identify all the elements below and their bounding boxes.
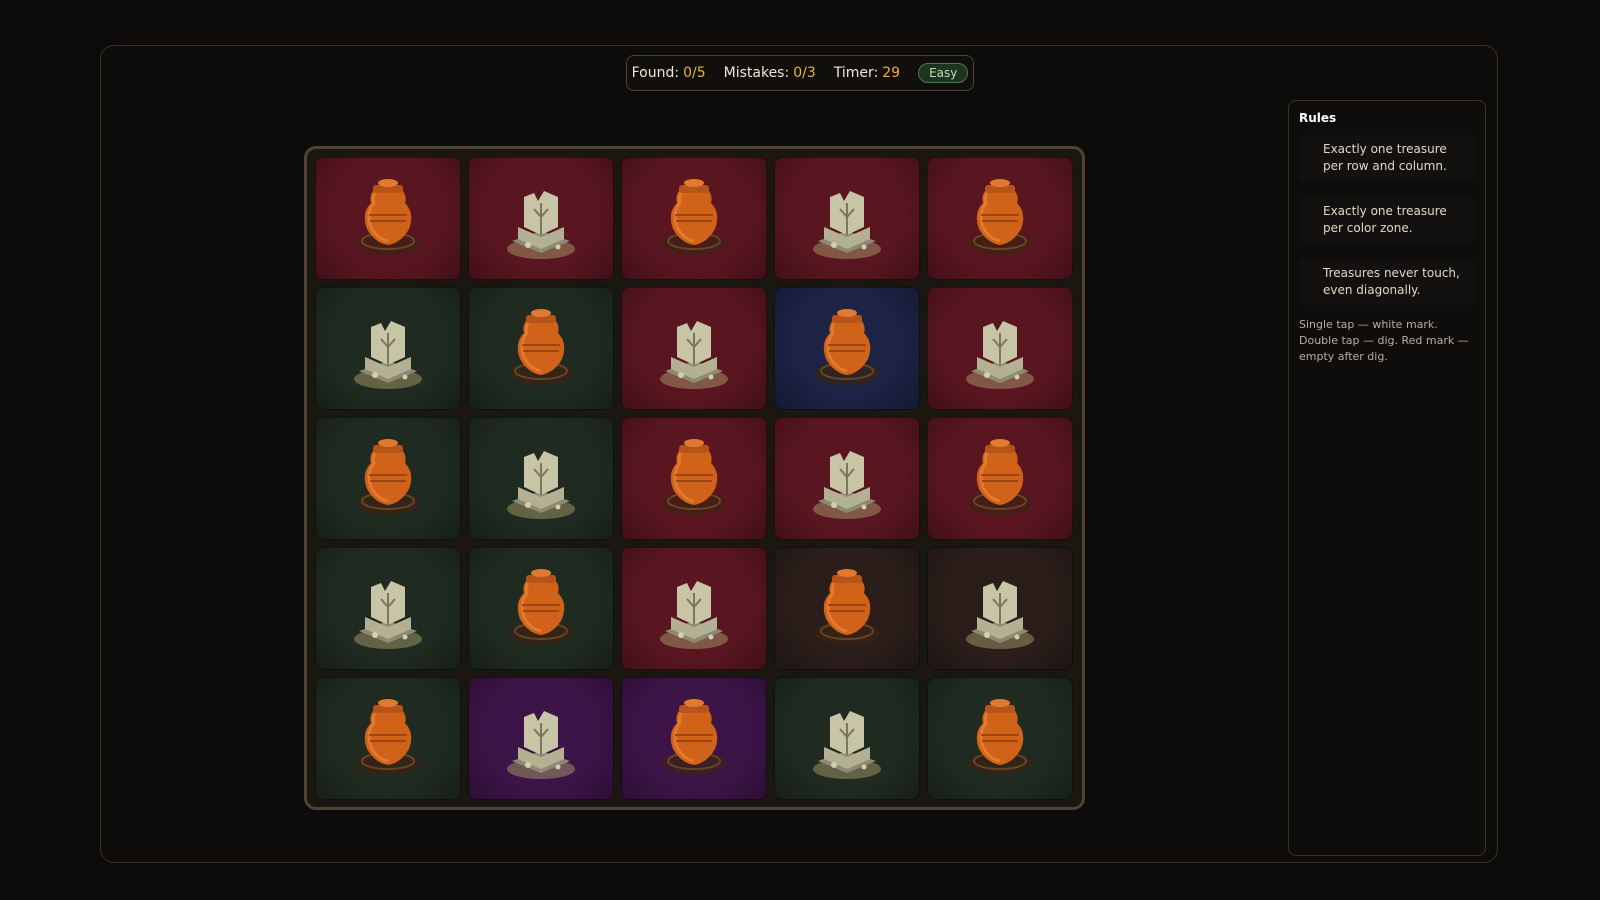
pillar-icon [660,581,728,649]
board-cell[interactable] [774,547,920,670]
timer-value: 29 [882,65,901,81]
vase-icon [509,309,573,385]
rules-hint: Single tap — white mark. Double tap — di… [1299,318,1469,363]
board-cell[interactable] [927,417,1073,540]
vase-icon [815,569,879,645]
board-cell[interactable] [468,287,614,410]
board-cell[interactable] [927,677,1073,800]
board-cell[interactable] [927,547,1073,670]
vase-icon [662,699,726,775]
pillar-icon [813,451,881,519]
pillar-icon [354,581,422,649]
rules-panel: Rules Exactly one treasure per row and c… [1288,100,1486,856]
pillar-icon [507,711,575,779]
game-board [304,146,1085,810]
board-cell[interactable] [774,417,920,540]
rule-item: Treasures never touch, even diagonally. [1299,259,1475,305]
rules-title: Rules [1299,111,1337,125]
mistakes-value: 0/3 [793,65,816,81]
board-cell[interactable] [621,287,767,410]
pillar-icon [507,191,575,259]
rule-item: Exactly one treasure per row and column. [1299,135,1475,181]
pillar-icon [354,321,422,389]
board-cell[interactable] [315,417,461,540]
board-cell[interactable] [468,547,614,670]
vase-icon [968,179,1032,255]
vase-icon [815,309,879,385]
board-cell[interactable] [315,287,461,410]
pillar-icon [507,451,575,519]
pillar-icon [813,191,881,259]
board-cell[interactable] [774,157,920,280]
vase-icon [356,699,420,775]
difficulty-badge: Easy [918,63,969,83]
board-cell[interactable] [621,677,767,800]
status-bar: Found: 0/5 Mistakes: 0/3 Timer: 29 Easy [626,55,974,91]
vase-icon [356,439,420,515]
found-label: Found: [631,65,680,81]
board-cell[interactable] [468,157,614,280]
board-cell[interactable] [315,677,461,800]
vase-icon [356,179,420,255]
board-cell[interactable] [621,157,767,280]
board-cell[interactable] [774,287,920,410]
board-cell[interactable] [927,157,1073,280]
board-cell[interactable] [468,417,614,540]
vase-icon [662,439,726,515]
board-cell[interactable] [315,157,461,280]
rule-item: Exactly one treasure per color zone. [1299,197,1475,243]
found-value: 0/5 [683,65,706,81]
board-cell[interactable] [468,677,614,800]
vase-icon [662,179,726,255]
board-cell[interactable] [621,417,767,540]
pillar-icon [966,581,1034,649]
pillar-icon [813,711,881,779]
board-cell[interactable] [927,287,1073,410]
vase-icon [968,699,1032,775]
board-cell[interactable] [315,547,461,670]
pillar-icon [660,321,728,389]
mistakes-label: Mistakes: [723,65,790,81]
pillar-icon [966,321,1034,389]
vase-icon [968,439,1032,515]
vase-icon [509,569,573,645]
board-cell[interactable] [621,547,767,670]
timer-label: Timer: [833,65,879,81]
board-cell[interactable] [774,677,920,800]
